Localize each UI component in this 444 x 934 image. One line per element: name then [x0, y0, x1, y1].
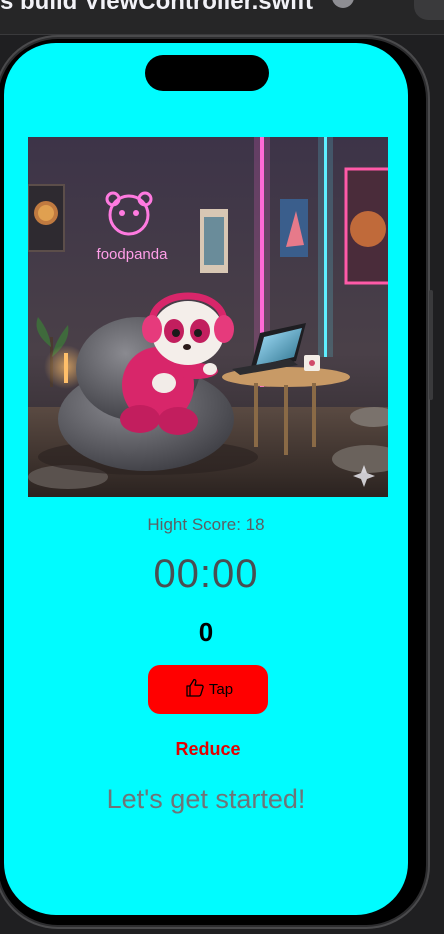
high-score-label: Hight Score: 18 [147, 515, 265, 534]
build-status-icon[interactable] [332, 0, 354, 8]
neon-sign-text: foodpanda [97, 246, 169, 263]
status-message: Let's get started! [106, 784, 306, 814]
tap-button[interactable]: Tap [148, 665, 268, 714]
toolbar-button[interactable] [414, 0, 444, 20]
timer-label: 00:00 [153, 552, 259, 596]
dynamic-island [145, 55, 269, 91]
tap-count-label: 0 [198, 617, 214, 647]
device-bezel: foodpanda Hight Score: 18 00:00 0 Tap Re… [0, 39, 426, 925]
hero-image: foodpanda [28, 137, 388, 497]
tap-button-label: Tap [208, 681, 234, 698]
app-screen: foodpanda Hight Score: 18 00:00 0 Tap Re… [4, 43, 408, 915]
device-frame: foodpanda Hight Score: 18 00:00 0 Tap Re… [0, 35, 430, 929]
host-toolbar: ts build ViewController.swift [0, 0, 444, 35]
reduce-button[interactable]: Reduce [156, 737, 260, 761]
thumbs-up-icon [183, 676, 207, 703]
device-side-button [429, 290, 433, 400]
simulator-canvas: foodpanda Hight Score: 18 00:00 0 Tap Re… [0, 35, 444, 934]
host-window-title: ts build ViewController.swift [0, 0, 313, 15]
